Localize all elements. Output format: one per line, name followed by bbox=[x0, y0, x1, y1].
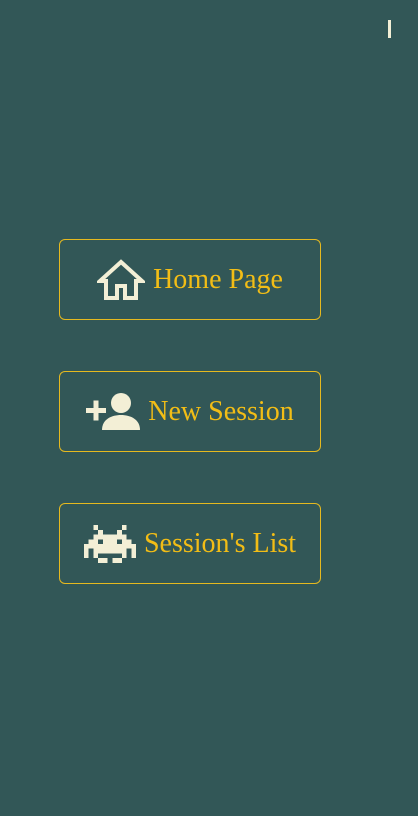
new-session-button[interactable]: New Session bbox=[59, 371, 321, 452]
space-invader-icon bbox=[83, 524, 136, 563]
new-session-label: New Session bbox=[148, 395, 294, 427]
home-icon bbox=[97, 258, 146, 301]
app-screen: Home Page New Session Session's List bbox=[0, 0, 418, 816]
home-page-label: Home Page bbox=[153, 263, 283, 295]
status-indicator bbox=[388, 20, 391, 38]
home-page-button[interactable]: Home Page bbox=[59, 239, 321, 320]
sessions-list-button[interactable]: Session's List bbox=[59, 503, 321, 584]
sessions-list-label: Session's List bbox=[143, 527, 297, 559]
person-add-icon bbox=[86, 392, 141, 432]
